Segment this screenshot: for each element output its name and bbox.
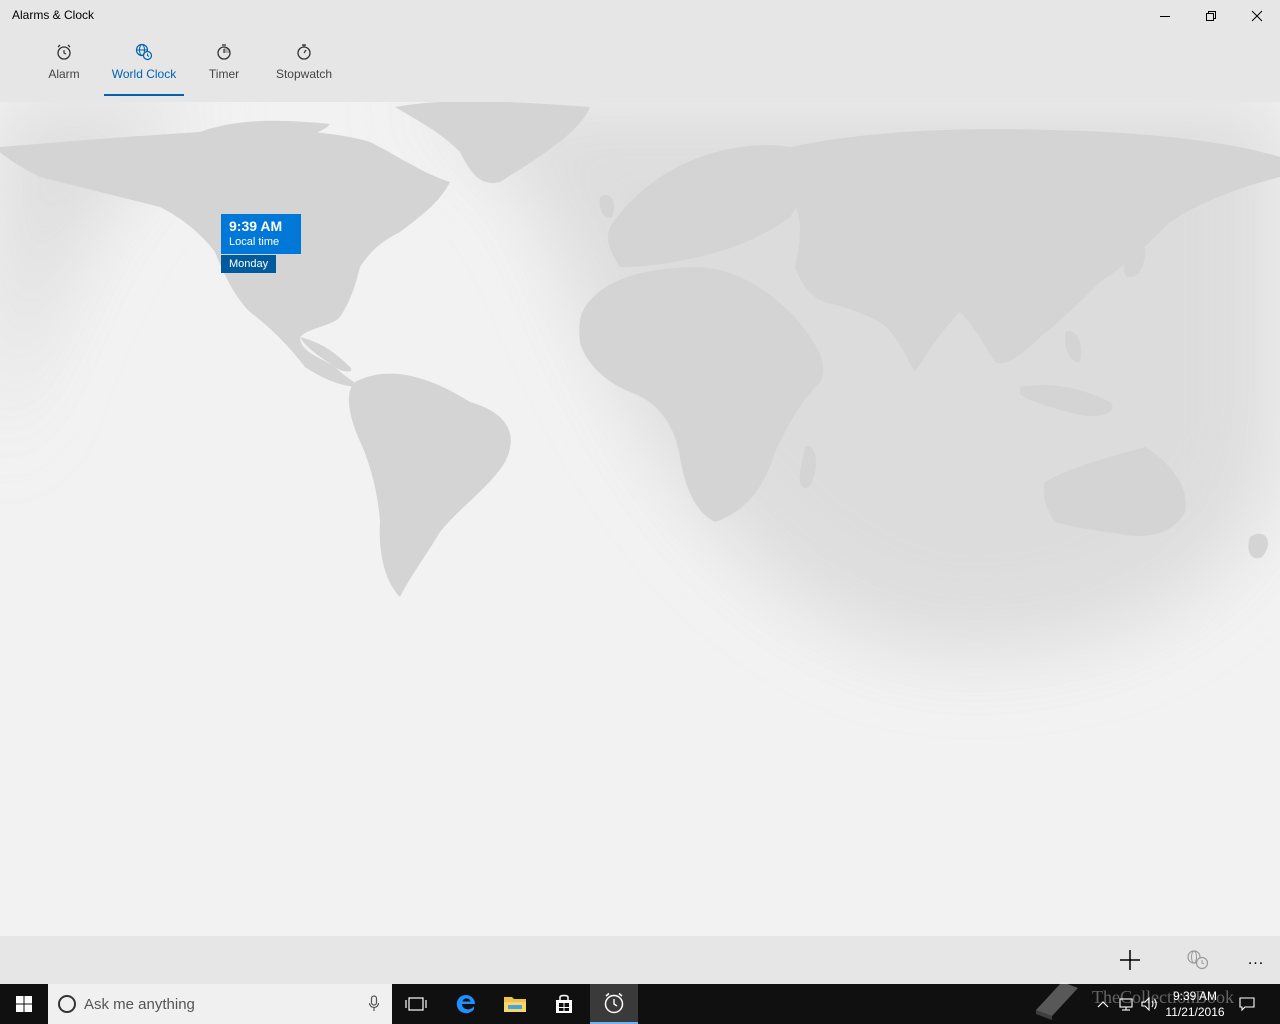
local-time-box: 9:39 AM Local time xyxy=(221,214,301,254)
restore-icon xyxy=(1206,11,1216,21)
microphone-icon[interactable] xyxy=(368,995,380,1013)
minimize-button[interactable] xyxy=(1142,0,1188,32)
local-time-value: 9:39 AM xyxy=(229,218,283,234)
active-tab-indicator xyxy=(104,94,184,96)
taskbar-clock[interactable]: 9:39 AM 11/21/2016 xyxy=(1156,988,1234,1020)
cortana-icon xyxy=(58,995,76,1013)
tab-timer[interactable]: Timer xyxy=(200,40,248,94)
taskbar: Ask me anything TheCollectionBook 9:39 A… xyxy=(0,982,1280,1024)
more-icon: ... xyxy=(1247,951,1265,968)
store-button[interactable] xyxy=(540,984,588,1024)
nav-bar: Alarm World Clock Timer Stopwatch xyxy=(0,32,1280,102)
store-icon xyxy=(556,994,572,1013)
timer-icon xyxy=(217,44,231,60)
local-time-pin[interactable]: 9:39 AM Local time Monday xyxy=(221,214,301,273)
local-time-label: Local time xyxy=(229,236,280,248)
windows-logo-icon xyxy=(16,996,32,1012)
tab-label: World Clock xyxy=(111,67,177,81)
add-new-clock-button[interactable] xyxy=(1116,946,1144,974)
tab-label: Stopwatch xyxy=(275,67,333,81)
network-icon xyxy=(1119,998,1133,1011)
tab-alarm[interactable]: Alarm xyxy=(40,40,88,94)
folder-icon xyxy=(504,997,526,1012)
alarm-clock-icon xyxy=(604,992,624,1014)
file-explorer-button[interactable] xyxy=(491,984,539,1024)
start-button[interactable] xyxy=(0,984,48,1024)
network-button[interactable] xyxy=(1116,984,1136,1024)
command-bar: ... xyxy=(0,936,1280,984)
action-center-button[interactable] xyxy=(1236,984,1258,1024)
tab-label: Timer xyxy=(208,67,240,81)
globe-clock-icon xyxy=(135,43,153,61)
compare-clocks-icon xyxy=(1187,950,1209,970)
taskbar-date: 11/21/2016 xyxy=(1165,1005,1225,1019)
task-view-icon xyxy=(405,997,427,1011)
more-options-button[interactable]: ... xyxy=(1242,946,1270,974)
show-hidden-icons-button[interactable] xyxy=(1094,984,1112,1024)
edge-browser-button[interactable] xyxy=(442,984,490,1024)
restore-button[interactable] xyxy=(1188,0,1234,32)
minimize-icon xyxy=(1160,16,1170,17)
book-watermark-icon xyxy=(1036,982,1078,1020)
close-button[interactable] xyxy=(1234,0,1280,32)
taskbar-time: 9:39 AM xyxy=(1172,989,1218,1003)
task-view-button[interactable] xyxy=(392,984,440,1024)
notification-icon xyxy=(1239,997,1255,1012)
tab-label: Alarm xyxy=(48,67,80,81)
alarms-clock-taskbar-button[interactable] xyxy=(590,984,638,1024)
world-map[interactable]: 9:39 AM Local time Monday xyxy=(0,102,1280,936)
compare-clocks-button[interactable] xyxy=(1184,946,1212,974)
window-title: Alarms & Clock xyxy=(12,8,95,22)
tab-stopwatch[interactable]: Stopwatch xyxy=(268,40,340,94)
title-bar: Alarms & Clock xyxy=(0,0,1280,32)
cortana-search-box[interactable]: Ask me anything xyxy=(48,984,392,1024)
alarm-icon xyxy=(57,44,71,60)
add-icon xyxy=(1120,950,1140,970)
chevron-up-icon xyxy=(1097,1001,1109,1008)
tab-world-clock[interactable]: World Clock xyxy=(104,40,184,96)
edge-icon xyxy=(456,995,475,1014)
search-placeholder: Ask me anything xyxy=(84,996,195,1013)
stopwatch-icon xyxy=(297,44,311,60)
local-day-label: Monday xyxy=(221,255,277,273)
close-icon xyxy=(1251,10,1263,22)
world-map-graphic xyxy=(0,102,1280,654)
